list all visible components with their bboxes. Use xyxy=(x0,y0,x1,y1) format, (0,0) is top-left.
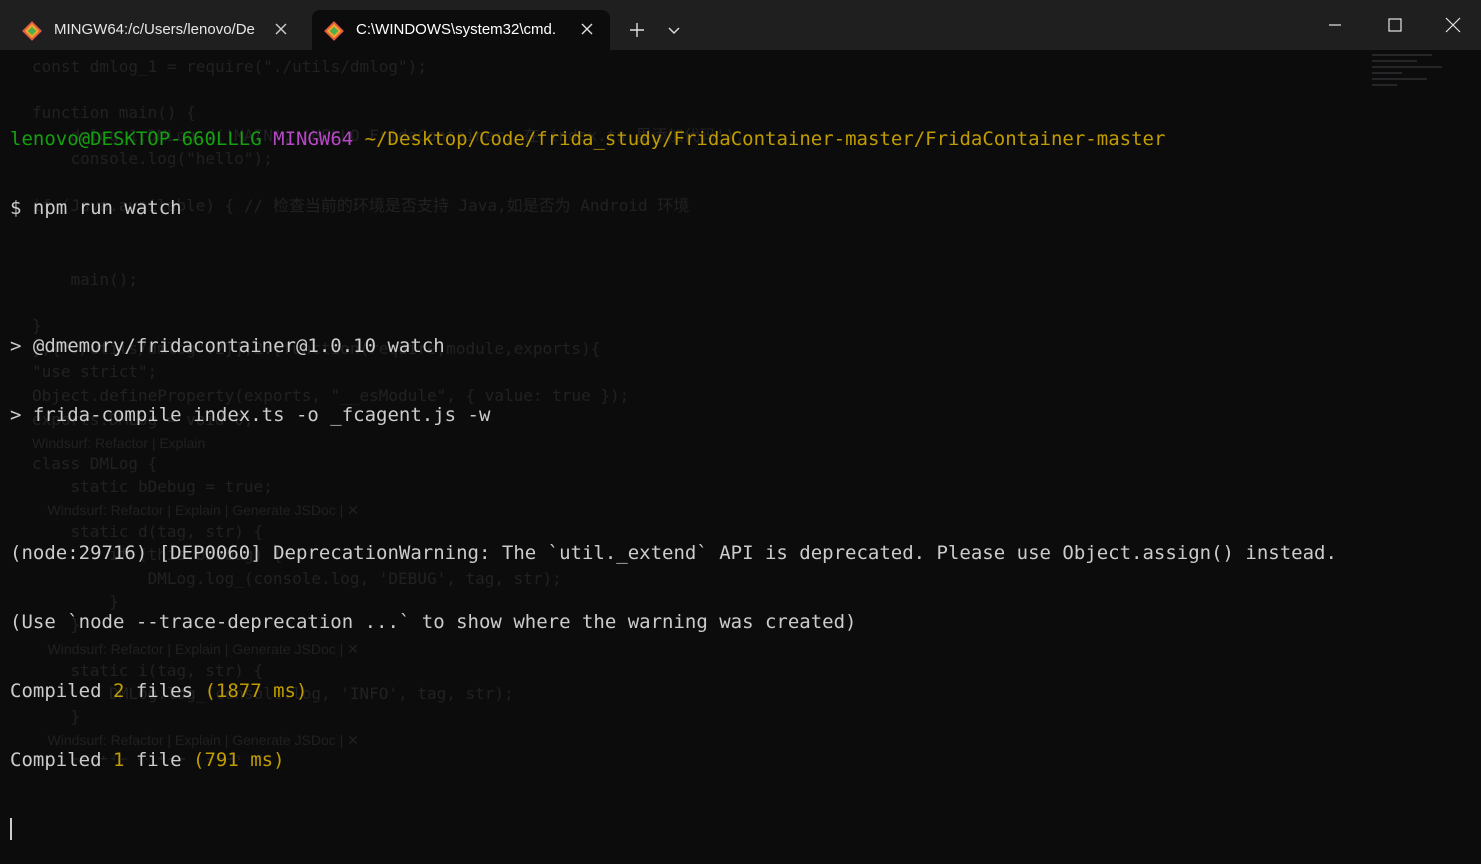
minimize-icon[interactable] xyxy=(1312,14,1358,36)
npm-output-line: > frida-compile index.ts -o _fcagent.js … xyxy=(10,404,491,426)
window-close-icon[interactable] xyxy=(1430,14,1476,36)
tab-title: C:\WINDOWS\system32\cmd. xyxy=(356,21,557,38)
file-count: 1 xyxy=(112,749,125,771)
compile-line: Compiled 1 file (791 ms) xyxy=(10,749,1470,772)
prompt-shell: MINGW64 xyxy=(273,128,354,150)
git-bash-icon xyxy=(22,21,42,41)
compile-time: (1877 ms) xyxy=(204,680,308,702)
close-icon[interactable] xyxy=(272,20,290,38)
warning-line: (Use `node --trace-deprecation ...` to s… xyxy=(10,611,857,633)
chevron-down-icon[interactable] xyxy=(666,22,682,38)
prompt-user-host: lenovo@DESKTOP-660LLLG xyxy=(10,128,262,150)
close-icon[interactable] xyxy=(578,20,596,38)
git-bash-icon xyxy=(324,21,344,41)
cursor-line xyxy=(10,818,1470,841)
tab-cmd[interactable]: C:\WINDOWS\system32\cmd. xyxy=(312,10,610,50)
compile-prefix: Compiled xyxy=(10,680,113,702)
prompt-line: lenovo@DESKTOP-660LLLG MINGW64 ~/Desktop… xyxy=(10,128,1470,151)
new-tab-plus-icon[interactable] xyxy=(627,20,647,40)
compile-prefix: Compiled xyxy=(10,749,113,771)
text-cursor xyxy=(10,818,12,840)
compile-word: files xyxy=(124,680,205,702)
title-bar: MINGW64:/c/Users/lenovo/De C:\WINDOWS\sy… xyxy=(0,0,1481,50)
compile-word: file xyxy=(124,749,194,771)
command-line: $ npm run watch xyxy=(10,197,182,219)
prompt-path: ~/Desktop/Code/frida_study/FridaContaine… xyxy=(364,128,1166,150)
maximize-icon[interactable] xyxy=(1372,14,1418,36)
npm-output-line: > @dmemory/fridacontainer@1.0.10 watch xyxy=(10,335,445,357)
warning-line: (node:29716) [DEP0060] DeprecationWarnin… xyxy=(10,542,1337,564)
terminal-output[interactable]: lenovo@DESKTOP-660LLLG MINGW64 ~/Desktop… xyxy=(10,82,1470,864)
file-count: 2 xyxy=(112,680,125,702)
editor-line: const dmlog_1 = require("./utils/dmlog")… xyxy=(32,57,427,76)
compile-time: (791 ms) xyxy=(193,749,285,771)
tab-title: MINGW64:/c/Users/lenovo/De xyxy=(54,21,255,38)
compile-line: Compiled 2 files (1877 ms) xyxy=(10,680,1470,703)
tab-mingw64[interactable]: MINGW64:/c/Users/lenovo/De xyxy=(10,10,304,50)
